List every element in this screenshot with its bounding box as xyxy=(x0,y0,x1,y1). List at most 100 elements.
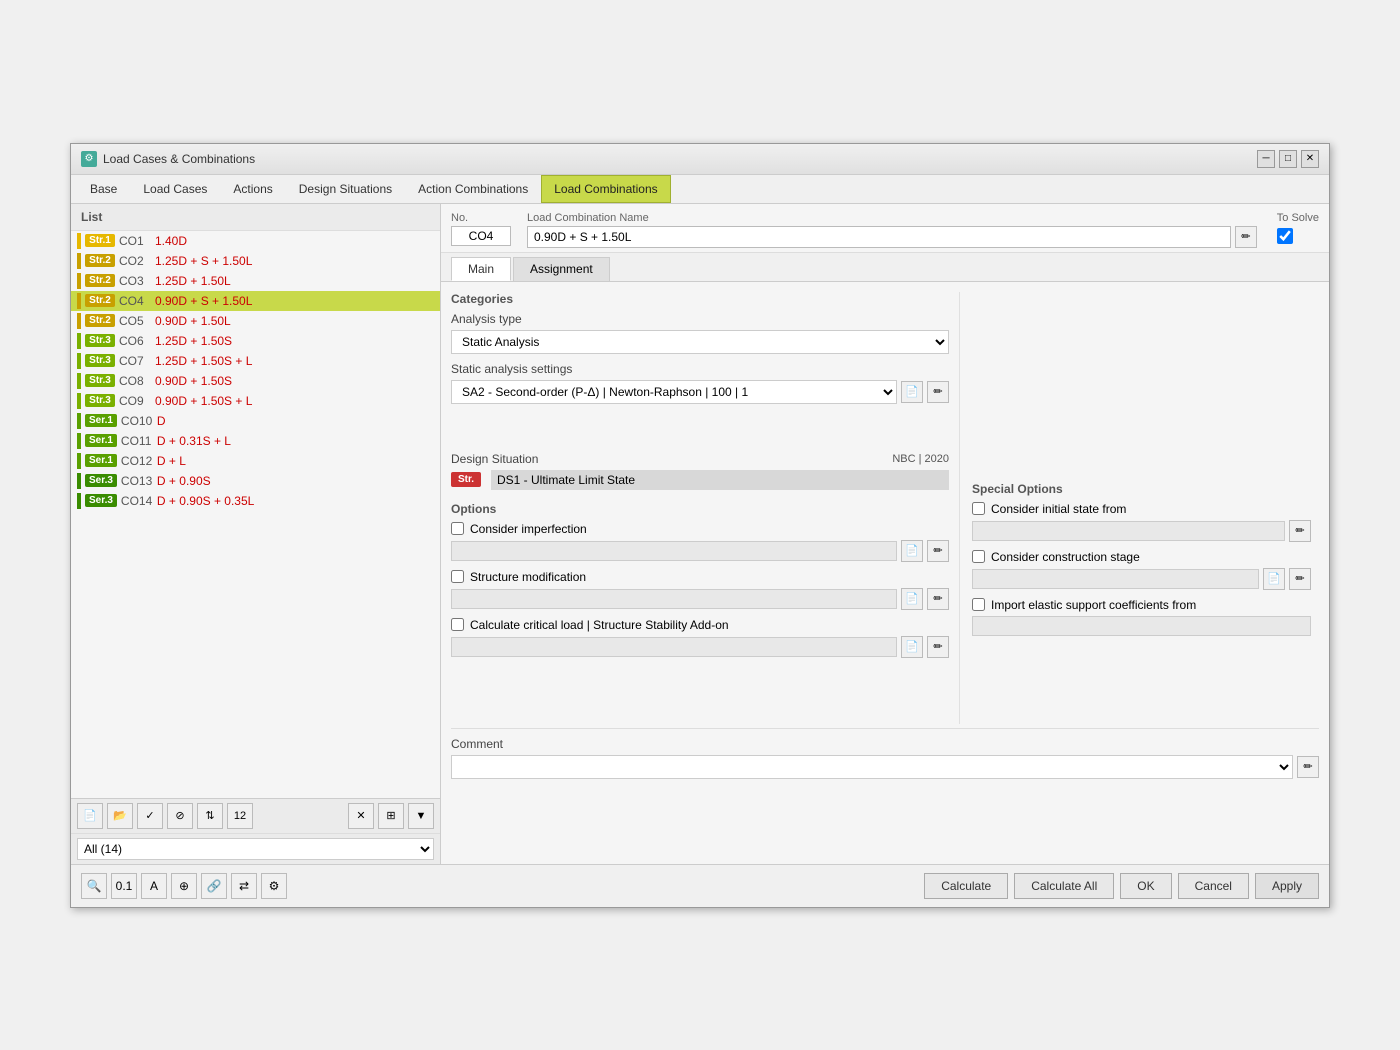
open-list-button[interactable]: 📂 xyxy=(107,803,133,829)
numeric-icon-btn[interactable]: 0.1 xyxy=(111,873,137,899)
construction-new-btn[interactable]: 📄 xyxy=(1263,568,1285,590)
delete-button[interactable]: ✕ xyxy=(348,803,374,829)
close-button[interactable]: ✕ xyxy=(1301,150,1319,168)
imperfection-new-btn[interactable]: 📄 xyxy=(901,540,923,562)
imperfection-checkbox[interactable] xyxy=(451,522,464,535)
critical-load-row: Calculate critical load | Structure Stab… xyxy=(451,618,949,632)
search-icon-btn[interactable]: 🔍 xyxy=(81,873,107,899)
structure-mod-edit-btn[interactable]: ✏ xyxy=(927,588,949,610)
edit-name-button[interactable]: ✏ xyxy=(1235,226,1257,248)
number-button[interactable]: 12 xyxy=(227,803,253,829)
list-item[interactable]: Str.1CO11.40D xyxy=(71,231,440,251)
sort-button[interactable]: ⇅ xyxy=(197,803,223,829)
calculate-button[interactable]: Calculate xyxy=(924,873,1008,899)
text-icon-btn[interactable]: A xyxy=(141,873,167,899)
settings-select[interactable]: SA2 - Second-order (P-Δ) | Newton-Raphso… xyxy=(451,380,897,404)
list-item[interactable]: Str.3CO71.25D + 1.50S + L xyxy=(71,351,440,371)
check-button[interactable]: ✓ xyxy=(137,803,163,829)
structure-mod-new-btn[interactable]: 📄 xyxy=(901,588,923,610)
filter-icon-btn[interactable]: ⊕ xyxy=(171,873,197,899)
more-button[interactable]: ▼ xyxy=(408,803,434,829)
maximize-button[interactable]: □ xyxy=(1279,150,1297,168)
initial-state-checkbox[interactable] xyxy=(972,502,985,515)
construction-input-row: 📄 ✏ xyxy=(972,568,1319,590)
menu-action-combinations[interactable]: Action Combinations xyxy=(405,175,541,203)
ok-button[interactable]: OK xyxy=(1120,873,1171,899)
settings-row: SA2 - Second-order (P-Δ) | Newton-Raphso… xyxy=(451,380,949,404)
menu-actions[interactable]: Actions xyxy=(220,175,285,203)
critical-load-checkbox[interactable] xyxy=(451,618,464,631)
list-item-tag: Ser.1 xyxy=(85,454,117,467)
tab-main[interactable]: Main xyxy=(451,257,511,281)
combo-name-input[interactable] xyxy=(527,226,1231,248)
app-icon: ⚙ xyxy=(81,151,97,167)
elastic-input-row xyxy=(972,616,1319,636)
list-item[interactable]: Ser.1CO10D xyxy=(71,411,440,431)
elastic-checkbox[interactable] xyxy=(972,598,985,611)
list-item[interactable]: Ser.3CO13D + 0.90S xyxy=(71,471,440,491)
list-item-formula: D + L xyxy=(157,454,186,468)
link-icon-btn[interactable]: 🔗 xyxy=(201,873,227,899)
filter-select[interactable]: All (14) xyxy=(77,838,434,860)
to-solve-label: To Solve xyxy=(1277,212,1319,224)
imperfection-input-row: 📄 ✏ xyxy=(451,540,949,562)
list-item-formula: D xyxy=(157,414,166,428)
settings-edit-button[interactable]: ✏ xyxy=(927,381,949,403)
comment-section: Comment ✏ xyxy=(451,728,1319,779)
critical-load-new-btn[interactable]: 📄 xyxy=(901,636,923,658)
tab-assignment[interactable]: Assignment xyxy=(513,257,610,281)
list-item-id: CO13 xyxy=(121,474,153,488)
structure-mod-row: Structure modification xyxy=(451,570,949,584)
sort2-icon-btn[interactable]: ⇄ xyxy=(231,873,257,899)
menu-design-situations[interactable]: Design Situations xyxy=(286,175,405,203)
list-item-id: CO6 xyxy=(119,334,151,348)
list-item[interactable]: Ser.3CO14D + 0.90S + 0.35L xyxy=(71,491,440,511)
menu-base[interactable]: Base xyxy=(77,175,130,203)
construction-checkbox[interactable] xyxy=(972,550,985,563)
menu-load-cases[interactable]: Load Cases xyxy=(130,175,220,203)
combo-header: No. CO4 Load Combination Name ✏ To Solve xyxy=(441,204,1329,253)
uncheck-button[interactable]: ⊘ xyxy=(167,803,193,829)
content-area: List Str.1CO11.40DStr.2CO21.25D + S + 1.… xyxy=(71,204,1329,864)
initial-state-row: Consider initial state from xyxy=(972,502,1319,516)
analysis-type-select[interactable]: Static Analysis xyxy=(451,330,949,354)
ds-tag: Str. xyxy=(451,472,481,487)
settings-new-button[interactable]: 📄 xyxy=(901,381,923,403)
ds-value-row: Str. DS1 - Ultimate Limit State xyxy=(451,470,949,490)
name-label: Load Combination Name xyxy=(527,212,1257,224)
structure-mod-checkbox[interactable] xyxy=(451,570,464,583)
apply-button[interactable]: Apply xyxy=(1255,873,1319,899)
list-item[interactable]: Ser.1CO12D + L xyxy=(71,451,440,471)
expand-button[interactable]: ⊞ xyxy=(378,803,404,829)
analysis-type-label: Analysis type xyxy=(451,312,949,326)
list-item[interactable]: Str.2CO31.25D + 1.50L xyxy=(71,271,440,291)
minimize-button[interactable]: ─ xyxy=(1257,150,1275,168)
list-item[interactable]: Str.3CO80.90D + 1.50S xyxy=(71,371,440,391)
list-item[interactable]: Str.2CO40.90D + S + 1.50L xyxy=(71,291,440,311)
list-item[interactable]: Str.3CO90.90D + 1.50S + L xyxy=(71,391,440,411)
initial-state-edit-btn[interactable]: ✏ xyxy=(1289,520,1311,542)
list-item-formula: 0.90D + 1.50S + L xyxy=(155,394,252,408)
critical-load-edit-btn[interactable]: ✏ xyxy=(927,636,949,658)
comment-edit-btn[interactable]: ✏ xyxy=(1297,756,1319,778)
list-area: Str.1CO11.40DStr.2CO21.25D + S + 1.50LSt… xyxy=(71,231,440,798)
list-item-formula: D + 0.90S xyxy=(157,474,211,488)
new-list-button[interactable]: 📄 xyxy=(77,803,103,829)
construction-edit-btn[interactable]: ✏ xyxy=(1289,568,1311,590)
cancel-button[interactable]: Cancel xyxy=(1178,873,1249,899)
list-item[interactable]: Ser.1CO11D + 0.31S + L xyxy=(71,431,440,451)
list-item[interactable]: Str.2CO50.90D + 1.50L xyxy=(71,311,440,331)
comment-input[interactable] xyxy=(451,755,1293,779)
calculate-all-button[interactable]: Calculate All xyxy=(1014,873,1114,899)
list-item-formula: 0.90D + S + 1.50L xyxy=(155,294,252,308)
two-col-layout: Categories Analysis type Static Analysis… xyxy=(451,292,1319,724)
settings-icon-btn[interactable]: ⚙ xyxy=(261,873,287,899)
spacer1 xyxy=(451,412,949,452)
imperfection-edit-btn[interactable]: ✏ xyxy=(927,540,949,562)
to-solve-checkbox[interactable] xyxy=(1277,228,1293,244)
list-item[interactable]: Str.3CO61.25D + 1.50S xyxy=(71,331,440,351)
menu-load-combinations[interactable]: Load Combinations xyxy=(541,175,670,203)
right-bottom-spacer xyxy=(972,644,1319,724)
list-item[interactable]: Str.2CO21.25D + S + 1.50L xyxy=(71,251,440,271)
list-toolbar: 📄 📂 ✓ ⊘ ⇅ 12 ✕ ⊞ ▼ xyxy=(71,798,440,833)
